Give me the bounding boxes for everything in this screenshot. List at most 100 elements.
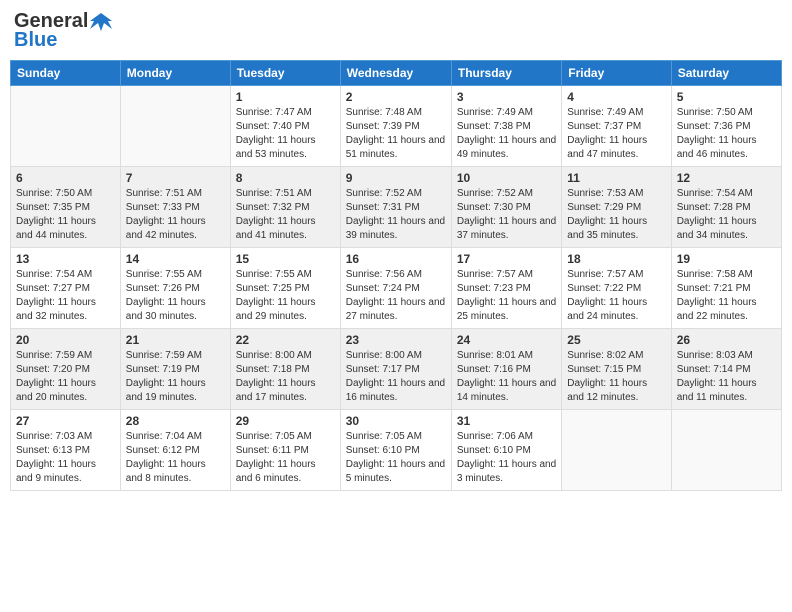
weekday-header-saturday: Saturday <box>671 61 781 86</box>
calendar-cell: 12 Sunrise: 7:54 AMSunset: 7:28 PMDayligh… <box>671 167 781 248</box>
day-number: 26 <box>677 333 776 347</box>
calendar-cell: 11 Sunrise: 7:53 AMSunset: 7:29 PMDayligh… <box>562 167 671 248</box>
day-info: Sunrise: 7:47 AMSunset: 7:40 PMDaylight:… <box>236 106 335 162</box>
calendar-cell: 29 Sunrise: 7:05 AMSunset: 6:11 PMDayligh… <box>230 410 340 491</box>
day-number: 30 <box>346 414 446 428</box>
calendar-cell: 5 Sunrise: 7:50 AMSunset: 7:36 PMDaylight… <box>671 86 781 167</box>
day-number: 7 <box>126 171 225 185</box>
calendar-cell: 24 Sunrise: 8:01 AMSunset: 7:16 PMDayligh… <box>451 329 561 410</box>
calendar-cell: 28 Sunrise: 7:04 AMSunset: 6:12 PMDayligh… <box>120 410 230 491</box>
day-info: Sunrise: 7:49 AMSunset: 7:38 PMDaylight:… <box>457 106 556 162</box>
day-info: Sunrise: 8:03 AMSunset: 7:14 PMDaylight:… <box>677 349 776 405</box>
calendar-week-row: 20Sunrise: 7:59 AMSunset: 7:20 PMDayligh… <box>11 329 782 410</box>
day-number: 16 <box>346 252 446 266</box>
day-info: Sunrise: 7:53 AMSunset: 7:29 PMDaylight:… <box>567 187 665 243</box>
day-info: Sunrise: 7:03 AMSunset: 6:13 PMDaylight:… <box>16 430 115 486</box>
day-info: Sunrise: 7:54 AMSunset: 7:27 PMDaylight:… <box>16 268 115 324</box>
day-info: Sunrise: 7:52 AMSunset: 7:30 PMDaylight:… <box>457 187 556 243</box>
weekday-header-tuesday: Tuesday <box>230 61 340 86</box>
calendar-cell: 16 Sunrise: 7:56 AMSunset: 7:24 PMDayligh… <box>340 248 451 329</box>
calendar-cell <box>562 410 671 491</box>
day-info: Sunrise: 7:55 AMSunset: 7:26 PMDaylight:… <box>126 268 225 324</box>
day-info: Sunrise: 7:59 AMSunset: 7:19 PMDaylight:… <box>126 349 225 405</box>
calendar-cell <box>120 86 230 167</box>
calendar-cell: 1 Sunrise: 7:47 AMSunset: 7:40 PMDaylight… <box>230 86 340 167</box>
day-info: Sunrise: 7:57 AMSunset: 7:23 PMDaylight:… <box>457 268 556 324</box>
day-number: 1 <box>236 90 335 104</box>
day-info: Sunrise: 8:00 AMSunset: 7:18 PMDaylight:… <box>236 349 335 405</box>
day-number: 20 <box>16 333 115 347</box>
calendar-cell: 8Sunrise: 7:51 AMSunset: 7:32 PMDaylight… <box>230 167 340 248</box>
calendar-cell: 19 Sunrise: 7:58 AMSunset: 7:21 PMDayligh… <box>671 248 781 329</box>
day-info: Sunrise: 8:01 AMSunset: 7:16 PMDaylight:… <box>457 349 556 405</box>
calendar-cell: 9 Sunrise: 7:52 AMSunset: 7:31 PMDaylight… <box>340 167 451 248</box>
day-info: Sunrise: 7:58 AMSunset: 7:21 PMDaylight:… <box>677 268 776 324</box>
logo-blue-text: Blue <box>14 29 57 52</box>
day-number: 18 <box>567 252 665 266</box>
weekday-header-thursday: Thursday <box>451 61 561 86</box>
day-number: 19 <box>677 252 776 266</box>
calendar-cell: 31 Sunrise: 7:06 AMSunset: 6:10 PMDayligh… <box>451 410 561 491</box>
day-info: Sunrise: 7:48 AMSunset: 7:39 PMDaylight:… <box>346 106 446 162</box>
day-number: 31 <box>457 414 556 428</box>
day-info: Sunrise: 7:51 AMSunset: 7:32 PMDaylight:… <box>236 187 335 243</box>
weekday-header-monday: Monday <box>120 61 230 86</box>
day-info: Sunrise: 7:06 AMSunset: 6:10 PMDaylight:… <box>457 430 556 486</box>
day-info: Sunrise: 7:49 AMSunset: 7:37 PMDaylight:… <box>567 106 665 162</box>
day-number: 23 <box>346 333 446 347</box>
day-number: 28 <box>126 414 225 428</box>
day-number: 6 <box>16 171 115 185</box>
calendar-table: SundayMondayTuesdayWednesdayThursdayFrid… <box>10 60 782 491</box>
day-number: 15 <box>236 252 335 266</box>
day-info: Sunrise: 7:56 AMSunset: 7:24 PMDaylight:… <box>346 268 446 324</box>
calendar-cell: 22 Sunrise: 8:00 AMSunset: 7:18 PMDayligh… <box>230 329 340 410</box>
calendar-cell: 4 Sunrise: 7:49 AMSunset: 7:37 PMDaylight… <box>562 86 671 167</box>
calendar-cell: 15 Sunrise: 7:55 AMSunset: 7:25 PMDayligh… <box>230 248 340 329</box>
logo-bird-icon <box>90 11 112 33</box>
day-number: 24 <box>457 333 556 347</box>
calendar-cell: 23 Sunrise: 8:00 AMSunset: 7:17 PMDayligh… <box>340 329 451 410</box>
day-info: Sunrise: 7:05 AMSunset: 6:11 PMDaylight:… <box>236 430 335 486</box>
weekday-header-friday: Friday <box>562 61 671 86</box>
calendar-header-row: SundayMondayTuesdayWednesdayThursdayFrid… <box>11 61 782 86</box>
calendar-cell <box>671 410 781 491</box>
page-header: General Blue <box>10 10 782 52</box>
day-number: 5 <box>677 90 776 104</box>
day-info: Sunrise: 7:04 AMSunset: 6:12 PMDaylight:… <box>126 430 225 486</box>
calendar-cell: 26 Sunrise: 8:03 AMSunset: 7:14 PMDayligh… <box>671 329 781 410</box>
calendar-week-row: 1 Sunrise: 7:47 AMSunset: 7:40 PMDaylight… <box>11 86 782 167</box>
weekday-header-wednesday: Wednesday <box>340 61 451 86</box>
calendar-cell: 10 Sunrise: 7:52 AMSunset: 7:30 PMDayligh… <box>451 167 561 248</box>
day-info: Sunrise: 7:54 AMSunset: 7:28 PMDaylight:… <box>677 187 776 243</box>
day-number: 17 <box>457 252 556 266</box>
logo: General Blue <box>14 10 112 52</box>
calendar-cell: 27 Sunrise: 7:03 AMSunset: 6:13 PMDayligh… <box>11 410 121 491</box>
day-number: 9 <box>346 171 446 185</box>
day-number: 27 <box>16 414 115 428</box>
calendar-cell: 25Sunrise: 8:02 AMSunset: 7:15 PMDayligh… <box>562 329 671 410</box>
day-number: 2 <box>346 90 446 104</box>
day-info: Sunrise: 7:52 AMSunset: 7:31 PMDaylight:… <box>346 187 446 243</box>
day-number: 29 <box>236 414 335 428</box>
calendar-cell: 20Sunrise: 7:59 AMSunset: 7:20 PMDayligh… <box>11 329 121 410</box>
day-number: 12 <box>677 171 776 185</box>
calendar-week-row: 13Sunrise: 7:54 AMSunset: 7:27 PMDayligh… <box>11 248 782 329</box>
calendar-cell: 2 Sunrise: 7:48 AMSunset: 7:39 PMDaylight… <box>340 86 451 167</box>
day-info: Sunrise: 7:55 AMSunset: 7:25 PMDaylight:… <box>236 268 335 324</box>
calendar-cell: 18Sunrise: 7:57 AMSunset: 7:22 PMDayligh… <box>562 248 671 329</box>
calendar-cell: 13Sunrise: 7:54 AMSunset: 7:27 PMDayligh… <box>11 248 121 329</box>
day-number: 4 <box>567 90 665 104</box>
day-number: 14 <box>126 252 225 266</box>
day-number: 22 <box>236 333 335 347</box>
calendar-cell: 3Sunrise: 7:49 AMSunset: 7:38 PMDaylight… <box>451 86 561 167</box>
calendar-week-row: 27 Sunrise: 7:03 AMSunset: 6:13 PMDayligh… <box>11 410 782 491</box>
day-number: 10 <box>457 171 556 185</box>
day-info: Sunrise: 8:00 AMSunset: 7:17 PMDaylight:… <box>346 349 446 405</box>
day-info: Sunrise: 7:50 AMSunset: 7:36 PMDaylight:… <box>677 106 776 162</box>
day-info: Sunrise: 7:05 AMSunset: 6:10 PMDaylight:… <box>346 430 446 486</box>
calendar-cell: 30 Sunrise: 7:05 AMSunset: 6:10 PMDayligh… <box>340 410 451 491</box>
day-info: Sunrise: 7:51 AMSunset: 7:33 PMDaylight:… <box>126 187 225 243</box>
day-number: 11 <box>567 171 665 185</box>
calendar-cell <box>11 86 121 167</box>
day-number: 21 <box>126 333 225 347</box>
